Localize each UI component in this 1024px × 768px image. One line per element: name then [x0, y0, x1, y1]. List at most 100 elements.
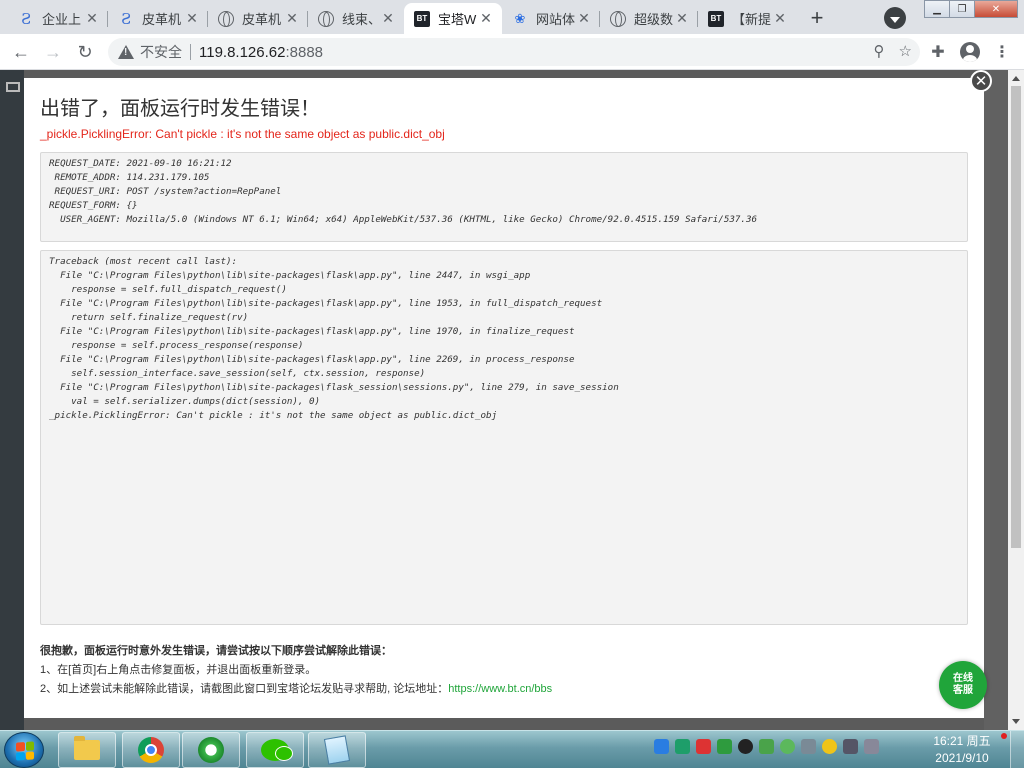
update-icon[interactable] [759, 739, 774, 754]
tab-7[interactable]: 超级数 ✕ [600, 3, 698, 34]
close-tab-icon[interactable]: ✕ [478, 10, 494, 27]
traceback-line: self.session_interface.save_session(self… [49, 368, 426, 379]
maximize-button[interactable]: ❐ [949, 0, 975, 18]
bookmark-star-icon[interactable]: ☆ [899, 42, 912, 60]
taskbar-wechat[interactable] [246, 732, 304, 768]
error-message: _pickle.PicklingError: Can't pickle : it… [40, 127, 445, 141]
notepad-icon [323, 735, 351, 765]
close-tab-icon[interactable]: ✕ [674, 10, 690, 27]
taskbar-clock[interactable]: 16:21 周五 2021/9/10 [924, 733, 1000, 767]
zoom-icon[interactable]: ⚲ [874, 42, 885, 60]
traceback-box: Traceback (most recent call last): File … [40, 250, 968, 625]
traceback-line: File "C:\Program Files\python\lib\site-p… [49, 298, 603, 309]
security-check-icon[interactable] [717, 739, 732, 754]
network-icon[interactable] [843, 739, 858, 754]
profile-icon[interactable] [960, 42, 980, 62]
system-tray [654, 739, 879, 754]
dialog-close-button[interactable]: ✕ [970, 70, 992, 92]
close-tab-icon[interactable]: ✕ [284, 10, 300, 27]
request-info-line: REQUEST_DATE: 2021-09-10 16:21:12 [49, 158, 232, 169]
globe-icon [218, 10, 234, 27]
lock-icon[interactable] [696, 739, 711, 754]
wechat-tray-icon[interactable] [780, 739, 795, 754]
tab-title: 皮革机 [142, 12, 182, 27]
error-dialog: 出错了，面板运行时发生错误！ _pickle.PicklingError: Ca… [24, 78, 984, 718]
help-step-2: 2、如上述尝试未能解除此错误，请截图此窗口到宝塔论坛发贴寻求帮助, 论坛地址：h… [40, 680, 552, 696]
traceback-line: File "C:\Program Files\python\lib\site-p… [49, 382, 619, 393]
tab-8[interactable]: BT 【新提 ✕ [698, 3, 796, 34]
taskbar-explorer[interactable] [58, 732, 116, 768]
shield-icon[interactable] [675, 739, 690, 754]
tab-1[interactable]: Ƨ 企业上 ✕ [8, 3, 108, 34]
browser-toolbar: ← → ↻ 不安全 119.8.126.62:8888 ⚲ ☆ ✚ ⋮ [0, 34, 1024, 70]
tab-5-active[interactable]: BT 宝塔W ✕ [404, 3, 502, 34]
flash-icon[interactable] [654, 739, 669, 754]
taskbar-chrome[interactable] [122, 732, 180, 768]
traceback-line: return self.finalize_request(rv) [49, 312, 249, 323]
bt-icon: BT [708, 10, 724, 27]
chrome-icon [138, 737, 164, 763]
close-tab-icon[interactable]: ✕ [84, 10, 100, 27]
clock-date: 2021/9/10 [935, 751, 989, 765]
back-arrow-icon[interactable]: ← [8, 40, 34, 64]
forum-link[interactable]: https://www.bt.cn/bbs [448, 683, 552, 695]
forward-arrow-icon[interactable]: → [40, 40, 66, 64]
notification-dot [1001, 733, 1007, 739]
close-tab-icon[interactable]: ✕ [184, 10, 200, 27]
tab-6[interactable]: ❀ 网站体 ✕ [502, 3, 600, 34]
speaker-icon[interactable] [864, 739, 879, 754]
url-port[interactable]: :8888 [285, 44, 323, 61]
scroll-thumb[interactable] [1011, 86, 1021, 548]
traceback-line: _pickle.PicklingError: Can't pickle : it… [49, 410, 498, 421]
close-tab-icon[interactable]: ✕ [576, 10, 592, 27]
tab-title: 【新提 [732, 12, 772, 27]
sidebar-backdrop [0, 70, 24, 730]
s-logo-icon: Ƨ [20, 9, 32, 28]
tab-search-icon[interactable] [884, 7, 906, 29]
tab-title: 线束、 [342, 12, 380, 27]
traceback-line: File "C:\Program Files\python\lib\site-p… [49, 270, 531, 281]
address-bar[interactable]: 不安全 119.8.126.62:8888 ⚲ ☆ [108, 38, 920, 66]
tab-title: 超级数 [634, 12, 674, 27]
close-tab-icon[interactable]: ✕ [772, 10, 788, 27]
show-desktop-button[interactable] [1010, 731, 1024, 768]
qq-icon[interactable] [738, 739, 753, 754]
close-tab-icon[interactable]: ✕ [380, 10, 396, 27]
dialog-title: 出错了，面板运行时发生错误！ [40, 98, 320, 120]
tab-3[interactable]: 皮革机 ✕ [208, 3, 308, 34]
monitor-icon [6, 82, 20, 92]
bt-icon: BT [414, 10, 430, 27]
traceback-line: val = self.serializer.dumps(dict(session… [49, 396, 321, 407]
security-label[interactable]: 不安全 [140, 42, 182, 62]
extensions-icon[interactable]: ✚ [928, 42, 948, 62]
minimize-button[interactable]: ▁ [924, 0, 950, 18]
menu-kebab-icon[interactable]: ⋮ [992, 42, 1012, 62]
reload-icon[interactable]: ↻ [72, 40, 98, 64]
scroll-up-icon[interactable] [1012, 76, 1020, 81]
taskbar: 16:21 周五 2021/9/10 [0, 730, 1024, 768]
help-step-1: 1、在[首页]右上角点击修复面板，并退出面板重新登录。 [40, 664, 317, 676]
tab-2[interactable]: Ƨ 皮革机 ✕ [108, 3, 208, 34]
warning-icon[interactable] [118, 44, 134, 60]
traceback-line: File "C:\Program Files\python\lib\site-p… [49, 326, 575, 337]
folder-icon [74, 736, 100, 760]
plus-icon[interactable] [822, 739, 837, 754]
request-info-box: REQUEST_DATE: 2021-09-10 16:21:12 REMOTE… [40, 152, 968, 242]
url-host[interactable]: 119.8.126.62 [199, 44, 285, 61]
taskbar-ie[interactable] [182, 732, 240, 768]
tab-title: 宝塔W [438, 12, 477, 27]
online-support-button[interactable]: 在线 客服 [939, 661, 987, 709]
taskbar-notepad[interactable] [308, 732, 366, 768]
wechat-icon [261, 739, 293, 761]
vertical-scrollbar[interactable] [1008, 70, 1024, 730]
request-info-line: REQUEST_URI: POST /system?action=RepPane… [49, 186, 282, 197]
request-info-line: USER_AGENT: Mozilla/5.0 (Windows NT 6.1;… [49, 214, 758, 225]
scroll-down-icon[interactable] [1012, 719, 1020, 724]
clock-time: 16:21 周五 [933, 734, 991, 748]
start-button[interactable] [4, 732, 44, 768]
tab-4[interactable]: 线束、 ✕ [308, 3, 404, 34]
avatar [960, 42, 980, 62]
window-close-button[interactable]: ✕ [974, 0, 1018, 18]
new-tab-button[interactable]: + [804, 5, 830, 31]
volume-icon[interactable] [801, 739, 816, 754]
